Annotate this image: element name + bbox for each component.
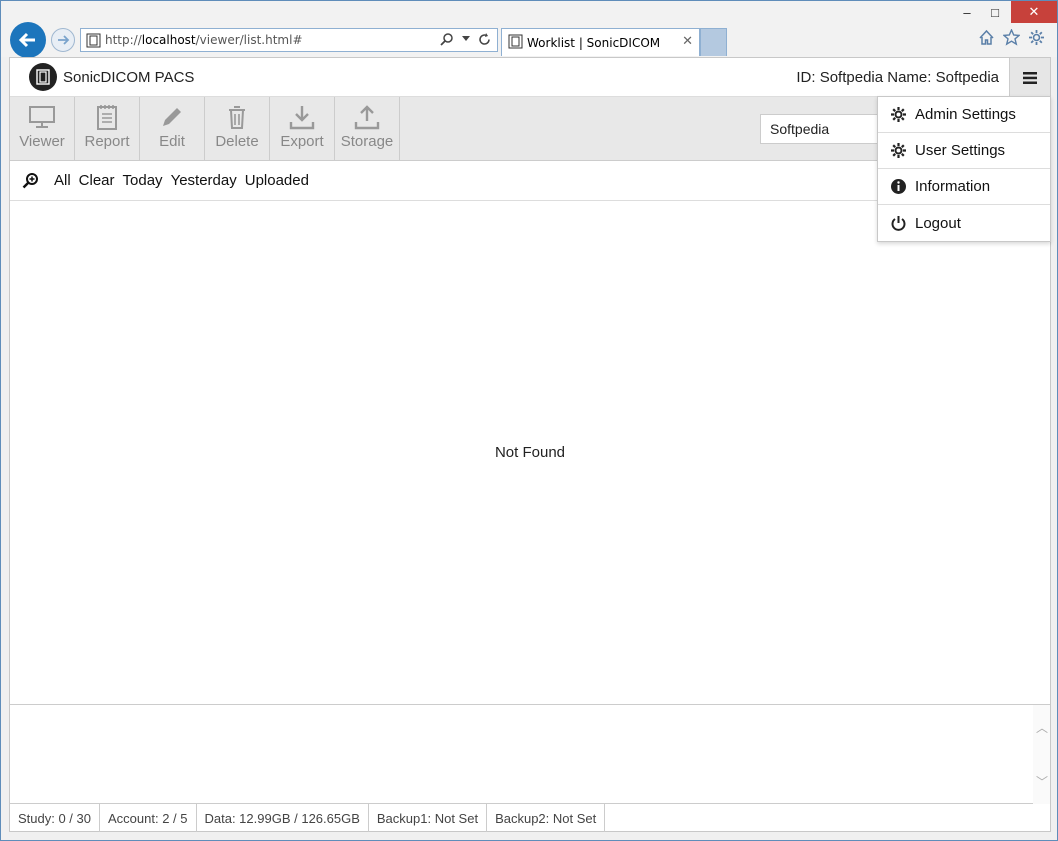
edit-label: Edit xyxy=(159,133,185,150)
info-icon xyxy=(891,179,906,194)
power-icon xyxy=(891,215,906,231)
page-icon xyxy=(86,33,101,51)
empty-message: Not Found xyxy=(494,444,566,461)
menu-logout[interactable]: Logout xyxy=(878,205,1050,241)
menu-label: Information xyxy=(915,178,991,195)
home-icon[interactable] xyxy=(978,29,995,46)
viewer-button[interactable]: Viewer xyxy=(10,97,75,161)
menu-admin-settings[interactable]: Admin Settings xyxy=(878,97,1050,133)
user-menu-dropdown: Admin Settings User Settings Information… xyxy=(877,96,1051,242)
forward-arrow-icon xyxy=(58,35,70,45)
menu-label: User Settings xyxy=(915,142,1006,159)
worklist-area: Not Found xyxy=(10,201,1050,705)
address-bar[interactable]: http://localhost/viewer/list.html# xyxy=(80,28,498,52)
menu-label: Logout xyxy=(915,214,961,232)
filter-all[interactable]: All xyxy=(54,172,71,189)
menu-label: Admin Settings xyxy=(915,106,1016,123)
status-backup2: Backup2: Not Set xyxy=(487,804,606,832)
app-header: SonicDICOM PACS ID: Softpedia Name: Soft… xyxy=(10,58,1050,97)
scrollbar[interactable]: ︿ ﹀ xyxy=(1033,705,1050,804)
delete-button[interactable]: Delete xyxy=(205,97,270,161)
report-label: Report xyxy=(84,133,130,150)
minimize-button[interactable]: – xyxy=(953,1,981,23)
delete-label: Delete xyxy=(215,133,259,150)
status-data: Data: 12.99GB / 126.65GB xyxy=(197,804,369,832)
film-logo-icon xyxy=(29,63,57,91)
status-account: Account: 2 / 5 xyxy=(100,804,197,832)
notepad-icon xyxy=(97,105,117,130)
scroll-up-icon[interactable]: ︿ xyxy=(1036,719,1048,736)
filter-yesterday[interactable]: Yesterday xyxy=(171,172,237,189)
favorites-star-icon[interactable] xyxy=(1003,29,1020,46)
zoom-search-icon[interactable] xyxy=(22,172,40,190)
storage-button[interactable]: Storage xyxy=(335,97,400,161)
trash-icon xyxy=(229,106,245,129)
gear-icon[interactable] xyxy=(1028,29,1045,46)
status-bar: Study: 0 / 30 Account: 2 / 5 Data: 12.99… xyxy=(10,804,1050,832)
filter-uploaded[interactable]: Uploaded xyxy=(245,172,309,189)
page-icon xyxy=(508,34,523,52)
refresh-icon[interactable] xyxy=(478,32,491,46)
hamburger-icon xyxy=(1023,71,1037,84)
download-icon xyxy=(289,106,315,130)
filter-today[interactable]: Today xyxy=(123,172,163,189)
back-arrow-icon xyxy=(18,32,35,48)
upload-icon xyxy=(354,105,380,130)
new-tab-button[interactable] xyxy=(700,28,727,56)
gear-icon xyxy=(891,107,906,122)
tab-close-icon[interactable]: ✕ xyxy=(682,34,693,49)
menu-user-settings[interactable]: User Settings xyxy=(878,133,1050,169)
address-url: http://localhost/viewer/list.html# xyxy=(105,33,303,47)
viewer-label: Viewer xyxy=(19,133,65,150)
maximize-button[interactable]: □ xyxy=(981,1,1009,23)
report-button[interactable]: Report xyxy=(75,97,140,161)
user-info: ID: Softpedia Name: Softpedia xyxy=(796,69,999,86)
browser-chrome: – □ ✕ http://localhost/viewer/list.html# xyxy=(1,1,1057,58)
menu-information[interactable]: Information xyxy=(878,169,1050,205)
status-backup1: Backup1: Not Set xyxy=(369,804,488,832)
search-input[interactable]: Softpedia xyxy=(760,114,890,144)
pencil-icon xyxy=(163,108,181,126)
browser-window: – □ ✕ http://localhost/viewer/list.html# xyxy=(0,0,1058,841)
app-title: SonicDICOM PACS xyxy=(63,69,195,86)
status-study: Study: 0 / 30 xyxy=(10,804,100,832)
export-button[interactable]: Export xyxy=(270,97,335,161)
chevron-down-icon[interactable] xyxy=(462,36,470,42)
scroll-down-icon[interactable]: ﹀ xyxy=(1036,773,1048,790)
detail-panel: ︿ ﹀ xyxy=(10,705,1050,804)
export-label: Export xyxy=(280,133,324,150)
monitor-icon xyxy=(29,106,55,128)
filter-clear[interactable]: Clear xyxy=(79,172,115,189)
forward-button[interactable] xyxy=(51,28,75,52)
search-icon[interactable] xyxy=(440,32,454,46)
tab-title: Worklist | SonicDICOM xyxy=(527,35,661,50)
tab-worklist[interactable]: Worklist | SonicDICOM ✕ xyxy=(501,28,700,56)
edit-button[interactable]: Edit xyxy=(140,97,205,161)
back-button[interactable] xyxy=(10,22,46,58)
storage-label: Storage xyxy=(340,133,394,150)
close-window-button[interactable]: ✕ xyxy=(1011,1,1057,23)
gear-icon xyxy=(891,143,906,158)
menu-button[interactable] xyxy=(1009,58,1050,97)
